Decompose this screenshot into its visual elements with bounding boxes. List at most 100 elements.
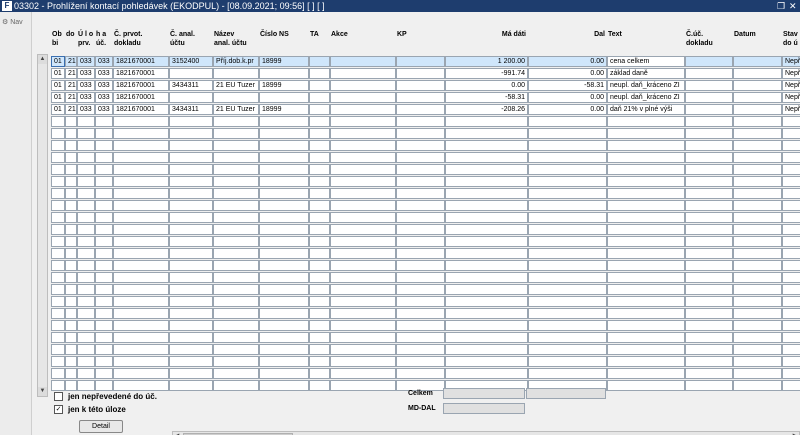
cell-anal-ucet[interactable]: 3152400 <box>169 56 213 67</box>
cell-uloha-prv[interactable] <box>77 272 95 283</box>
cell-stav[interactable] <box>782 152 800 163</box>
cell-obdobi[interactable] <box>51 128 65 139</box>
cell-ma-dati[interactable] <box>445 344 528 355</box>
cell-stav[interactable]: Nepř <box>782 104 800 115</box>
cell-text[interactable]: základ daně <box>607 68 685 79</box>
cell-uloha-uc[interactable] <box>95 224 113 235</box>
cell-obdobi[interactable] <box>51 332 65 343</box>
cell-datum[interactable] <box>733 308 782 319</box>
cell-uloha-prv[interactable] <box>77 212 95 223</box>
cell-nazev-anal-uctu[interactable] <box>213 128 259 139</box>
column-header-ma-dati[interactable]: Má dáti <box>445 30 526 39</box>
cell-ma-dati[interactable] <box>445 188 528 199</box>
scroll-up-icon[interactable]: ▲ <box>38 55 47 64</box>
table-row[interactable] <box>51 308 800 320</box>
cell-anal-ucet[interactable] <box>169 200 213 211</box>
cell-uloha-uc[interactable] <box>95 212 113 223</box>
cell-dal[interactable] <box>528 152 607 163</box>
cell-anal-ucet[interactable] <box>169 236 213 247</box>
cell-ta[interactable] <box>309 104 330 115</box>
cell-ta[interactable] <box>309 200 330 211</box>
table-row[interactable] <box>51 260 800 272</box>
cell-stav[interactable] <box>782 248 800 259</box>
cell-kp[interactable] <box>396 80 445 91</box>
cell-dal[interactable] <box>528 272 607 283</box>
cell-obdobi[interactable]: 01 <box>51 104 65 115</box>
cell-akce[interactable] <box>330 164 396 175</box>
cell-dal[interactable]: -58.31 <box>528 80 607 91</box>
cell-text[interactable] <box>607 116 685 127</box>
table-row[interactable] <box>51 164 800 176</box>
cell-kp[interactable] <box>396 56 445 67</box>
cell-dal[interactable] <box>528 188 607 199</box>
cell-uloha-uc[interactable] <box>95 308 113 319</box>
cell-datum[interactable] <box>733 332 782 343</box>
cell-uloha-prv[interactable] <box>77 140 95 151</box>
cell-uloha-uc[interactable]: 033 <box>95 56 113 67</box>
table-row[interactable] <box>51 236 800 248</box>
cell-kp[interactable] <box>396 344 445 355</box>
cell-ma-dati[interactable] <box>445 272 528 283</box>
cell-ma-dati[interactable] <box>445 176 528 187</box>
cell-obdobi-do[interactable] <box>65 368 77 379</box>
cell-uc-dokladu[interactable] <box>685 296 733 307</box>
cell-prvot-doklad[interactable]: 1821670001 <box>113 92 169 103</box>
cell-uloha-prv[interactable] <box>77 344 95 355</box>
cell-uc-dokladu[interactable] <box>685 380 733 391</box>
cell-kp[interactable] <box>396 320 445 331</box>
cell-text[interactable] <box>607 152 685 163</box>
table-row[interactable] <box>51 212 800 224</box>
cell-datum[interactable] <box>733 200 782 211</box>
cell-prvot-doklad[interactable] <box>113 308 169 319</box>
table-row[interactable] <box>51 116 800 128</box>
cell-stav[interactable] <box>782 176 800 187</box>
cell-obdobi[interactable] <box>51 212 65 223</box>
cell-akce[interactable] <box>330 104 396 115</box>
cell-kp[interactable] <box>396 272 445 283</box>
cell-ta[interactable] <box>309 296 330 307</box>
cell-text[interactable]: daň 21% v plné výši <box>607 104 685 115</box>
cell-stav[interactable]: Nepř <box>782 80 800 91</box>
cell-uloha-uc[interactable] <box>95 320 113 331</box>
cell-cislo-ns[interactable] <box>259 260 309 271</box>
table-row[interactable] <box>51 128 800 140</box>
cell-stav[interactable]: Nepř <box>782 56 800 67</box>
cell-ta[interactable] <box>309 176 330 187</box>
task-only-checkbox[interactable]: ✓ <box>54 405 63 414</box>
cell-ma-dati[interactable]: 0.00 <box>445 80 528 91</box>
cell-uloha-uc[interactable] <box>95 152 113 163</box>
cell-obdobi-do[interactable]: 21 <box>65 68 77 79</box>
cell-prvot-doklad[interactable] <box>113 176 169 187</box>
cell-prvot-doklad[interactable] <box>113 116 169 127</box>
cell-cislo-ns[interactable] <box>259 224 309 235</box>
cell-cislo-ns[interactable] <box>259 284 309 295</box>
table-row[interactable] <box>51 152 800 164</box>
cell-nazev-anal-uctu[interactable] <box>213 308 259 319</box>
cell-nazev-anal-uctu[interactable] <box>213 272 259 283</box>
cell-obdobi[interactable] <box>51 236 65 247</box>
cell-prvot-doklad[interactable]: 1821670001 <box>113 80 169 91</box>
cell-obdobi-do[interactable] <box>65 212 77 223</box>
cell-uc-dokladu[interactable] <box>685 284 733 295</box>
cell-uloha-prv[interactable] <box>77 224 95 235</box>
cell-kp[interactable] <box>396 284 445 295</box>
cell-uloha-prv[interactable] <box>77 296 95 307</box>
cell-uloha-uc[interactable] <box>95 140 113 151</box>
cell-anal-ucet[interactable] <box>169 344 213 355</box>
cell-ma-dati[interactable]: -58.31 <box>445 92 528 103</box>
cell-stav[interactable] <box>782 308 800 319</box>
cell-datum[interactable] <box>733 224 782 235</box>
cell-datum[interactable] <box>733 320 782 331</box>
cell-akce[interactable] <box>330 284 396 295</box>
cell-ta[interactable] <box>309 224 330 235</box>
cell-uloha-prv[interactable]: 033 <box>77 68 95 79</box>
cell-cislo-ns[interactable] <box>259 344 309 355</box>
column-header-dal[interactable]: Dal <box>528 30 605 39</box>
cell-nazev-anal-uctu[interactable] <box>213 248 259 259</box>
cell-anal-ucet[interactable] <box>169 92 213 103</box>
cell-ma-dati[interactable] <box>445 332 528 343</box>
cell-ma-dati[interactable]: -208.26 <box>445 104 528 115</box>
cell-dal[interactable] <box>528 176 607 187</box>
cell-akce[interactable] <box>330 152 396 163</box>
cell-akce[interactable] <box>330 116 396 127</box>
